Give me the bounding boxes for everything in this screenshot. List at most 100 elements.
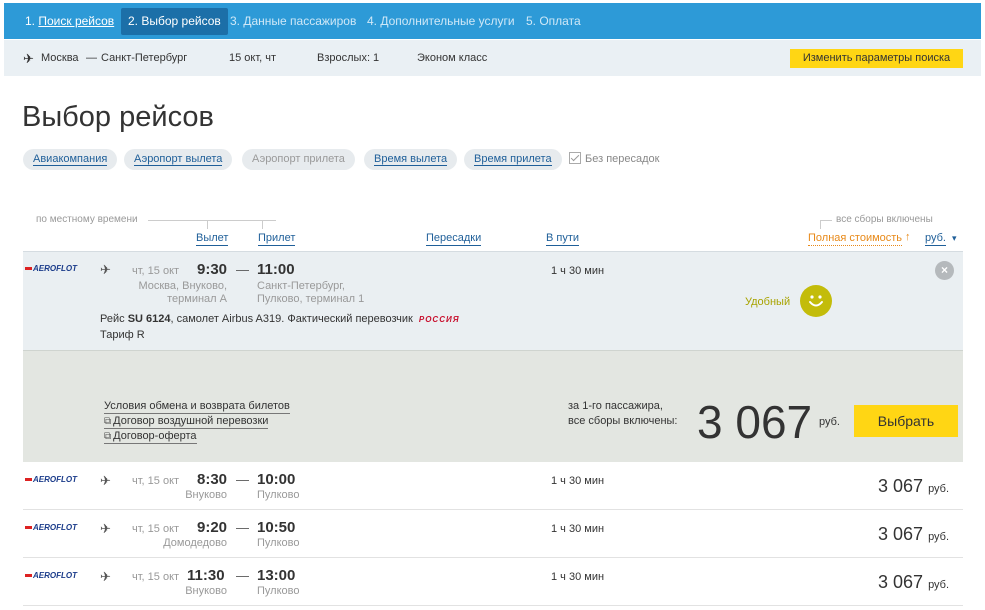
plane-icon: ✈ <box>100 569 111 584</box>
flight-details: Рейс SU 6124, самолет Airbus A319. Факти… <box>100 313 460 325</box>
arrival-time: 10:50 <box>257 519 296 536</box>
arrival-time: 11:00 <box>257 261 295 278</box>
arrival-airport: Пулково <box>257 537 300 549</box>
cabin-class: Эконом класс <box>417 52 488 64</box>
nonstop-checkbox[interactable]: Без пересадок <box>569 152 659 165</box>
departure-time: 9:20 <box>197 519 228 536</box>
change-search-button[interactable]: Изменить параметры поиска <box>790 49 963 68</box>
flight-date: чт, 15 окт <box>132 523 180 535</box>
flight-duration: 1 ч 30 мин <box>551 523 605 535</box>
departure-time: 9:30 <box>197 261 228 278</box>
offer-contract-link[interactable]: ⧉ Договор-оферта <box>104 430 197 444</box>
filter-departure-airport-label: Аэропорт вылета <box>134 153 223 166</box>
steps-bar: 1. Поиск рейсов 2. Выбор рейсов 3. Данны… <box>4 3 981 39</box>
departure-time: 11:30 <box>187 567 225 584</box>
departure-airport-line1: Москва, Внуково, <box>138 280 227 292</box>
select-flight-button[interactable]: Выбрать <box>854 405 958 437</box>
departure-airport: Внуково <box>185 585 227 597</box>
departure-time: 8:30 <box>197 471 228 488</box>
filter-airline[interactable]: Авиакомпания <box>23 149 118 170</box>
exchange-conditions-link[interactable]: Условия обмена и возврата билетов <box>104 400 290 414</box>
step-extras: 4. Дополнительные услуги <box>367 14 515 28</box>
flight-price-value: 3 067 <box>878 524 924 544</box>
step-search-num: 1. <box>25 14 36 28</box>
sort-duration[interactable]: В пути <box>546 232 580 246</box>
flight-price-currency: руб. <box>928 483 950 495</box>
flight-price: 3 067 руб. <box>878 476 949 497</box>
plane-icon: ✈ <box>100 262 111 277</box>
plane-icon: ✈ <box>23 51 34 66</box>
convenient-label: Удобный <box>745 296 791 308</box>
flight-date: чт, 15 окт <box>132 475 180 487</box>
heading-divider <box>820 220 821 229</box>
flight-date: чт, 15 окт <box>132 571 180 583</box>
sort-full-price[interactable]: Полная стоимость <box>808 232 903 246</box>
chevron-down-icon: ▾ <box>952 233 957 243</box>
carriage-contract-link[interactable]: ⧉ Договор воздушной перевозки <box>104 415 269 429</box>
selected-price-currency: руб. <box>819 416 840 428</box>
time-dash: — <box>236 472 249 487</box>
arrival-airport-line1: Санкт-Петербург, <box>257 280 345 292</box>
sort-departure[interactable]: Вылет <box>196 232 229 246</box>
departure-airport: Москва, Внуково, терминал А <box>137 280 227 306</box>
checkbox-icon[interactable] <box>569 152 581 164</box>
arrival-time: 13:00 <box>257 567 296 584</box>
aeroflot-logo: AEROFLOT <box>25 264 77 273</box>
sort-arrow-icon: ↑ <box>905 231 911 243</box>
passenger-count: Взрослых: 1 <box>317 52 380 64</box>
fees-hint: все сборы включены <box>836 214 933 225</box>
filter-arrival-time-label: Время прилета <box>474 153 552 166</box>
aeroflot-logo: AEROFLOT <box>25 475 77 484</box>
flight-duration: 1 ч 30 мин <box>551 571 605 583</box>
per-passenger-note: за 1-го пассажира, все сборы включены: <box>568 399 677 429</box>
departure-airport: Домодедово <box>163 537 227 549</box>
arrival-airport-line2: Пулково, терминал 1 <box>257 293 365 305</box>
departure-airport: Внуково <box>185 489 227 501</box>
flight-price-value: 3 067 <box>878 572 924 592</box>
time-dash: — <box>236 520 249 535</box>
filter-departure-airport[interactable]: Аэропорт вылета <box>124 149 233 170</box>
heading-divider <box>820 220 832 221</box>
step-payment: 5. Оплата <box>526 14 581 28</box>
rossiya-logo: РОССИЯ <box>418 315 460 324</box>
heading-divider <box>262 220 263 229</box>
arrival-airport: Санкт-Петербург, Пулково, терминал 1 <box>257 280 364 306</box>
flight-date: чт, 15 окт <box>132 265 180 277</box>
fare-class: Тариф R <box>100 329 145 341</box>
local-time-hint: по местному времени <box>36 214 138 225</box>
aeroflot-logo: AEROFLOT <box>25 523 77 532</box>
arrival-time: 10:00 <box>257 471 296 488</box>
step-search[interactable]: 1. Поиск рейсов <box>18 8 121 35</box>
sort-arrival[interactable]: Прилет <box>258 232 296 246</box>
currency-select[interactable]: руб. <box>925 232 946 246</box>
filter-departure-time[interactable]: Время вылета <box>364 149 458 170</box>
aeroflot-logo: AEROFLOT <box>25 571 77 580</box>
external-link-icon: ⧉ <box>104 416 112 427</box>
route-dash: — <box>86 52 97 64</box>
close-icon[interactable]: × <box>935 261 954 280</box>
filter-arrival-time[interactable]: Время прилета <box>464 149 562 170</box>
plane-icon: ✈ <box>100 473 111 488</box>
per-passenger-line1: за 1-го пассажира, <box>568 400 663 412</box>
flight-price-currency: руб. <box>928 531 950 543</box>
filter-arrival-airport: Аэропорт прилета <box>242 149 355 170</box>
search-date: 15 окт, чт <box>229 52 277 64</box>
filter-arrival-airport-label: Аэропорт прилета <box>252 153 345 165</box>
flight-duration: 1 ч 30 мин <box>551 265 605 277</box>
departure-airport-line2: терминал А <box>167 293 227 305</box>
sort-stops[interactable]: Пересадки <box>426 232 482 246</box>
per-passenger-line2: все сборы включены: <box>568 415 678 427</box>
carriage-contract-label: Договор воздушной перевозки <box>113 415 269 427</box>
flight-number: SU 6124 <box>127 313 171 325</box>
flight-price-currency: руб. <box>928 579 950 591</box>
time-dash: — <box>236 262 249 277</box>
flight-aircraft: , самолет Airbus A319. Фактический перев… <box>170 313 413 325</box>
flight-duration: 1 ч 30 мин <box>551 475 605 487</box>
flight-prefix: Рейс <box>100 313 125 325</box>
page-title: Выбор рейсов <box>22 101 214 133</box>
step-search-label[interactable]: Поиск рейсов <box>38 14 114 28</box>
heading-divider <box>207 220 208 229</box>
flight-price-value: 3 067 <box>878 476 924 496</box>
selected-price: 3 067 <box>697 396 813 448</box>
arrival-airport: Пулково <box>257 489 300 501</box>
